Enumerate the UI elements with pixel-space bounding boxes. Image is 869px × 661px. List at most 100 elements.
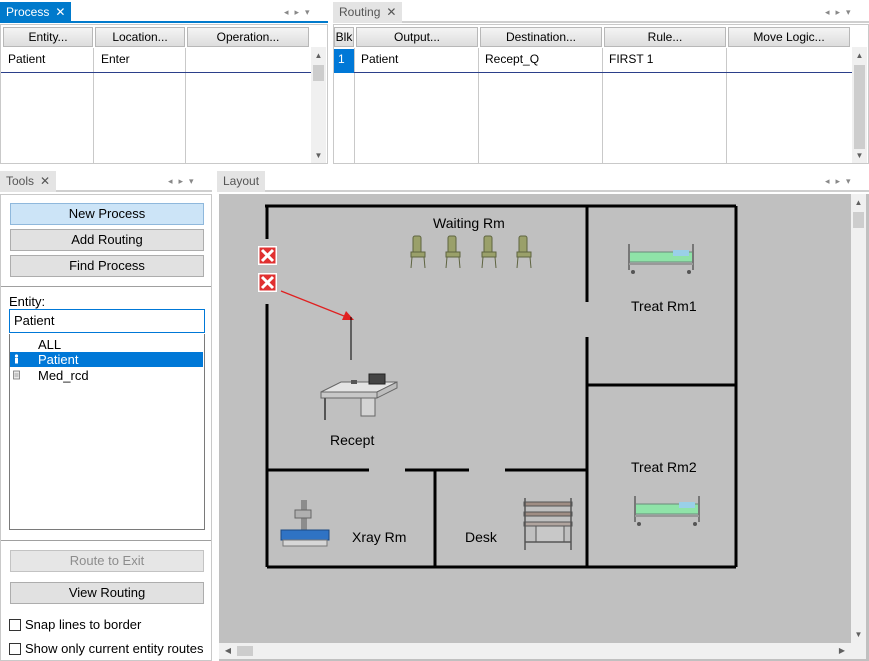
layout-tab-strip: Layout ◂▸▾ (217, 171, 869, 192)
grid-line (93, 48, 94, 164)
separator (1, 540, 211, 541)
routing-col-output[interactable]: Output... (356, 27, 478, 47)
floor-plan (258, 204, 738, 569)
scroll-up-icon[interactable]: ▲ (851, 196, 866, 210)
scroll-thumb[interactable] (313, 65, 324, 81)
patient-icon (14, 354, 19, 364)
scroll-left-icon[interactable]: ◀ (221, 644, 235, 658)
view-routing-button[interactable]: View Routing (10, 582, 204, 604)
scroll-right-icon[interactable]: ▶ (835, 644, 849, 658)
process-col-entity[interactable]: Entity... (3, 27, 93, 47)
entity-item-med-rcd[interactable]: Med_rcd (10, 368, 203, 383)
routing-blk-cell[interactable]: 1 (334, 49, 354, 73)
scroll-thumb[interactable] (854, 65, 865, 149)
bed-icon (628, 244, 694, 274)
table-cell[interactable]: Recept_Q (480, 49, 539, 71)
scroll-thumb[interactable] (853, 212, 864, 228)
vertical-scrollbar[interactable]: ▲ ▼ (852, 47, 867, 163)
grid-line (726, 48, 727, 164)
route-arrow[interactable] (280, 290, 354, 360)
close-icon[interactable]: ✕ (386, 5, 396, 19)
process-grid: Entity... Location... Operation... Patie… (0, 24, 328, 164)
routing-panel: Routing ✕ ◂▸▾ Blk Output... Destination..… (333, 0, 869, 164)
process-col-location[interactable]: Location... (95, 27, 185, 47)
find-process-button[interactable]: Find Process (10, 255, 204, 277)
routing-col-move-logic[interactable]: Move Logic... (728, 27, 850, 47)
scroll-down-icon[interactable]: ▼ (311, 149, 326, 163)
add-routing-button[interactable]: Add Routing (10, 229, 204, 251)
panel-controls[interactable]: ◂▸▾ (825, 171, 857, 192)
routing-col-blk[interactable]: Blk (334, 27, 354, 47)
grid-line (185, 48, 186, 164)
routing-col-rule[interactable]: Rule... (604, 27, 726, 47)
checkbox-box[interactable] (9, 643, 21, 655)
table-cell[interactable]: Enter (96, 49, 130, 71)
tab-routing[interactable]: Routing ✕ (333, 2, 403, 23)
show-only-current-label: Show only current entity routes (25, 641, 204, 656)
tools-tab-strip: Tools ✕ ◂▸▾ (0, 171, 212, 192)
desk-icon (320, 373, 398, 420)
entity-item-label: ALL (38, 337, 62, 352)
entity-item-label: Patient (38, 352, 79, 367)
row-underline (1, 72, 311, 73)
vertical-scrollbar[interactable]: ▲ ▼ (311, 47, 326, 163)
panel-controls[interactable]: ◂▸▾ (284, 2, 316, 23)
snap-lines-label: Snap lines to border (25, 617, 142, 632)
horizontal-scrollbar[interactable]: ◀ ▶ (219, 643, 851, 659)
checkbox-box[interactable] (9, 619, 21, 631)
room-label-recept: Recept (330, 432, 375, 448)
entity-item-patient[interactable]: Patient (10, 352, 203, 367)
scroll-down-icon[interactable]: ▼ (852, 149, 867, 163)
layout-canvas[interactable]: Waiting Rm Treat Rm1 Recept Treat Rm2 Xr… (219, 194, 869, 661)
entity-label: Entity: (9, 294, 46, 309)
process-tab-strip: Process ✕ ◂▸▾ (0, 2, 328, 23)
tab-tools-label: Tools (6, 174, 35, 188)
grid-line (478, 48, 479, 164)
route-to-exit-button[interactable]: Route to Exit (10, 550, 204, 572)
tab-process[interactable]: Process ✕ (0, 2, 72, 23)
tab-layout[interactable]: Layout (217, 171, 266, 192)
xray-machine-icon (280, 500, 330, 547)
room-label-desk: Desk (465, 529, 497, 545)
scroll-corner (851, 644, 866, 659)
scroll-up-icon[interactable]: ▲ (852, 49, 867, 63)
close-icon[interactable]: ✕ (55, 5, 65, 19)
new-process-button[interactable]: New Process (10, 203, 204, 225)
tab-tools[interactable]: Tools ✕ (0, 171, 57, 192)
scroll-up-icon[interactable]: ▲ (311, 49, 326, 63)
table-cell[interactable] (728, 49, 733, 71)
entity-item-all[interactable]: ALL (10, 337, 203, 352)
bed-icon (634, 496, 700, 526)
room-label-treat2: Treat Rm2 (631, 459, 697, 475)
routing-grid: Blk Output... Destination... Rule... Mov… (333, 24, 869, 164)
entry-location-icon[interactable] (258, 246, 277, 292)
tab-layout-label: Layout (223, 174, 260, 188)
routing-tab-strip: Routing ✕ ◂▸▾ (333, 2, 869, 23)
table-cell[interactable]: Patient (3, 49, 45, 71)
panel-controls[interactable]: ◂▸▾ (825, 2, 857, 23)
show-only-current-checkbox[interactable]: Show only current entity routes (9, 641, 209, 657)
entity-input[interactable]: Patient (9, 309, 205, 333)
scroll-thumb[interactable] (237, 646, 253, 656)
room-label-xray: Xray Rm (352, 529, 407, 545)
tab-process-label: Process (6, 5, 50, 19)
snap-lines-checkbox[interactable]: Snap lines to border (9, 617, 209, 633)
tools-panel: Tools ✕ ◂▸▾ New Process Add Routing Find … (0, 170, 212, 661)
table-cell[interactable]: Patient (356, 49, 398, 71)
process-col-operation[interactable]: Operation... (187, 27, 309, 47)
row-underline (354, 72, 852, 73)
room-label-treat1: Treat Rm1 (631, 298, 697, 314)
entity-item-label: Med_rcd (38, 368, 89, 383)
process-panel: Process ✕ ◂▸▾ Entity... Location... Opera… (0, 0, 328, 164)
room-label-waiting: Waiting Rm (433, 215, 505, 231)
panel-controls[interactable]: ◂▸▾ (168, 171, 200, 192)
separator (1, 286, 211, 287)
close-icon[interactable]: ✕ (40, 174, 50, 188)
tab-routing-label: Routing (339, 5, 381, 19)
med-record-icon (13, 370, 20, 380)
vertical-scrollbar[interactable]: ▲ ▼ (851, 194, 866, 644)
scroll-down-icon[interactable]: ▼ (851, 628, 866, 642)
routing-col-destination[interactable]: Destination... (480, 27, 602, 47)
table-cell[interactable] (188, 49, 193, 71)
table-cell[interactable]: FIRST 1 (604, 49, 653, 71)
